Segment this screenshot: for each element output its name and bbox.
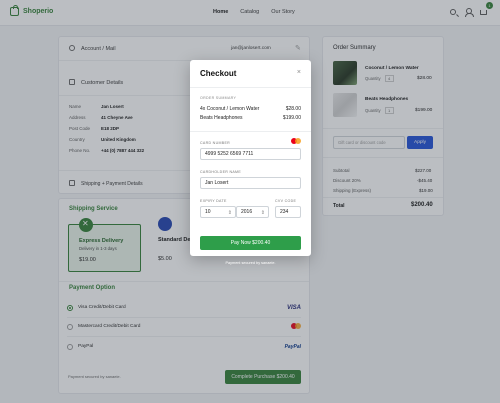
modal-title: Checkout — [200, 69, 237, 78]
expiry-month-value: 10 — [205, 209, 211, 215]
card-number-input[interactable]: 4999 5252 6569 7711 — [200, 148, 301, 160]
expiry-year-select[interactable]: 2016 ⇕ — [236, 206, 269, 218]
modal-secure-note: Payment secured by sanaeie. — [225, 261, 276, 265]
cvv-label: CVV CODE — [275, 199, 297, 203]
checkout-modal: Checkout × ORDER SUMMARY 4x Coconut / Le… — [190, 60, 311, 256]
modal-item-name: 4x Coconut / Lemon Water — [200, 106, 260, 112]
modal-item-row: 4x Coconut / Lemon Water $28.00 — [200, 106, 301, 112]
chevron-updown-icon: ⇕ — [260, 210, 265, 216]
cardholder-label: CARDHOLDER NAME — [200, 170, 242, 174]
mastercard-logo-icon — [291, 138, 301, 145]
modal-summary-caption: ORDER SUMMARY — [200, 96, 237, 100]
divider — [190, 131, 311, 132]
card-number-label: CARD NUMBER — [200, 141, 231, 145]
expiry-month-select[interactable]: 10 ⇕ — [200, 206, 236, 218]
modal-item-price: $28.00 — [285, 106, 301, 112]
pay-now-button[interactable]: Pay Now $200.40 — [200, 236, 301, 250]
modal-item-price: $199.00 — [282, 115, 301, 121]
cardholder-input[interactable]: Jan Losert — [200, 177, 301, 189]
expiry-label: EXPIRY DATE — [200, 199, 227, 203]
cvv-input[interactable]: 234 — [275, 206, 301, 218]
divider — [190, 87, 311, 88]
modal-item-row: Beats Headphones $199.00 — [200, 115, 301, 121]
modal-item-name: Beats Headphones — [200, 115, 243, 121]
chevron-updown-icon: ⇕ — [227, 210, 232, 216]
close-icon[interactable]: × — [297, 69, 301, 76]
expiry-year-value: 2016 — [241, 209, 253, 215]
